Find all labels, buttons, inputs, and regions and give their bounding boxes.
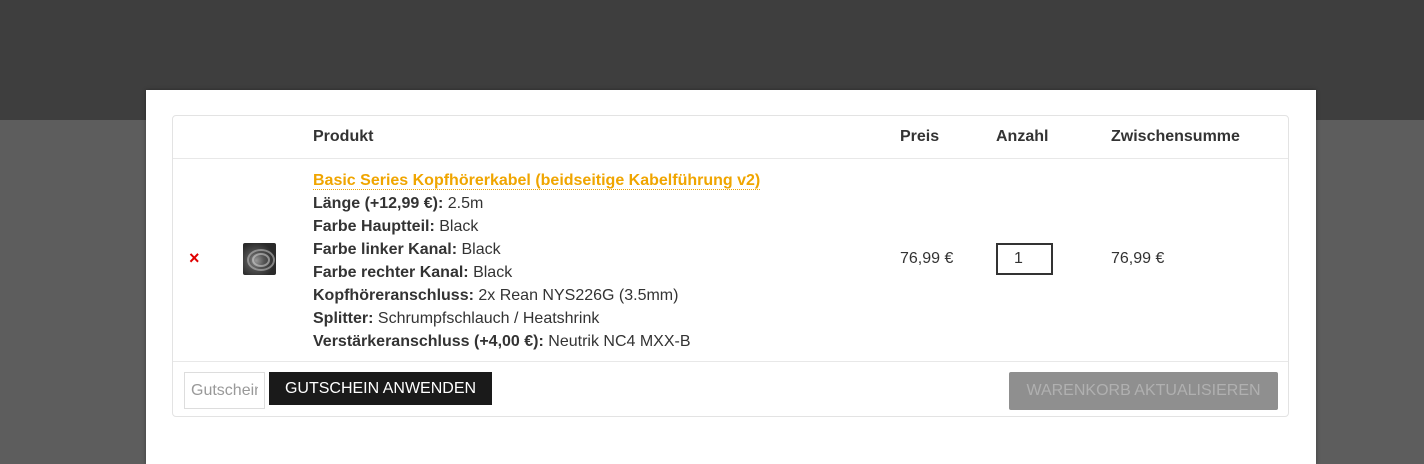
- quantity-input[interactable]: [996, 243, 1053, 275]
- meta-value: Schrumpfschlauch / Heatshrink: [377, 310, 600, 327]
- meta-key: Kopfhöreranschluss:: [313, 287, 474, 304]
- header-price: Preis: [900, 128, 940, 145]
- cart-modal: Produkt Preis Anzahl Zwischensumme × Bas…: [146, 90, 1316, 464]
- cart-item-row: × Basic Series Kopfhörerkabel (beidseiti…: [173, 159, 1288, 362]
- cart-table-header: Produkt Preis Anzahl Zwischensumme: [173, 116, 1288, 159]
- meta-key: Farbe Hauptteil:: [313, 218, 435, 235]
- meta-key: Farbe rechter Kanal:: [313, 264, 469, 281]
- meta-length: Länge (+12,99 €): 2.5m: [313, 192, 760, 215]
- remove-item-icon[interactable]: ×: [189, 249, 200, 267]
- coupon-input[interactable]: [184, 372, 265, 409]
- meta-left-channel-color: Farbe linker Kanal: Black: [313, 238, 760, 261]
- apply-coupon-button[interactable]: GUTSCHEIN ANWENDEN: [269, 372, 492, 405]
- meta-key: Verstärkeranschluss (+4,00 €):: [313, 333, 544, 350]
- item-subtotal: 76,99 €: [1111, 250, 1165, 267]
- cart-table: Produkt Preis Anzahl Zwischensumme × Bas…: [172, 115, 1289, 417]
- update-cart-button[interactable]: WARENKORB AKTUALISIEREN: [1009, 372, 1278, 410]
- meta-value: Black: [439, 218, 479, 235]
- meta-value: Neutrik NC4 MXX-B: [548, 333, 691, 350]
- meta-value: Black: [461, 241, 501, 258]
- meta-main-color: Farbe Hauptteil: Black: [313, 215, 760, 238]
- meta-value: Black: [473, 264, 513, 281]
- meta-headphone-connector: Kopfhöreranschluss: 2x Rean NYS226G (3.5…: [313, 284, 760, 307]
- product-details: Basic Series Kopfhörerkabel (beidseitige…: [313, 169, 761, 353]
- meta-key: Farbe linker Kanal:: [313, 241, 458, 258]
- product-thumbnail[interactable]: [243, 243, 276, 275]
- meta-right-channel-color: Farbe rechter Kanal: Black: [313, 261, 760, 284]
- meta-value: 2.5m: [447, 195, 484, 212]
- meta-key: Länge (+12,99 €):: [313, 195, 444, 212]
- item-price: 76,99 €: [900, 250, 954, 267]
- meta-value: 2x Rean NYS226G (3.5mm): [478, 287, 679, 304]
- header-quantity: Anzahl: [996, 128, 1049, 145]
- cart-actions: GUTSCHEIN ANWENDEN WARENKORB AKTUALISIER…: [173, 362, 1288, 418]
- meta-key: Splitter:: [313, 310, 374, 327]
- header-subtotal: Zwischensumme: [1111, 128, 1240, 145]
- meta-splitter: Splitter: Schrumpfschlauch / Heatshrink: [313, 307, 760, 330]
- cable-coil-inner-shape: [252, 253, 270, 267]
- product-title-link[interactable]: Basic Series Kopfhörerkabel (beidseitige…: [313, 172, 761, 190]
- header-product: Produkt: [313, 128, 374, 145]
- meta-amp-connector: Verstärkeranschluss (+4,00 €): Neutrik N…: [313, 330, 760, 353]
